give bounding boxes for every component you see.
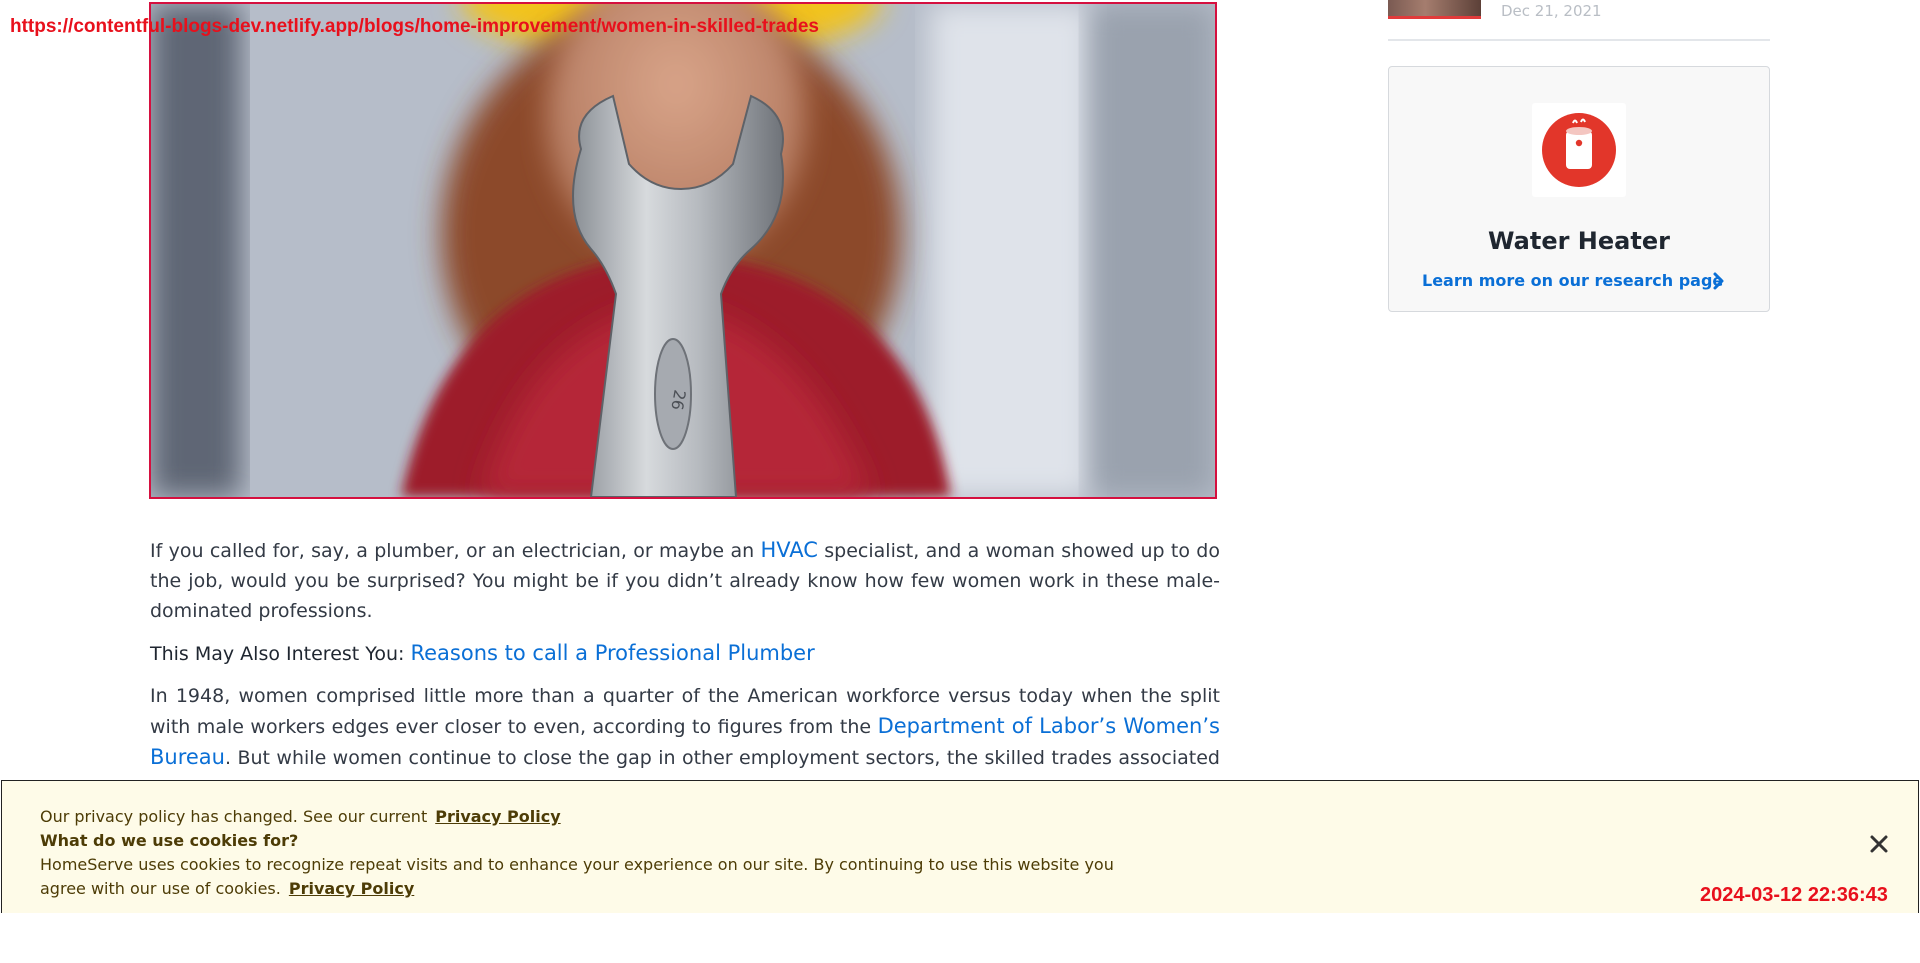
timestamp-overlay: 2024-03-12 22:36:43 (1700, 884, 1888, 906)
article-body: If you called for, say, a plumber, or an… (150, 535, 1220, 815)
cookie-explanation-line-1: HomeServe uses cookies to recognize repe… (40, 855, 1114, 874)
research-page-link[interactable]: Learn more on our research page (1422, 271, 1723, 290)
recent-post-date: Dec 21, 2021 (1501, 2, 1602, 20)
water-heater-title: Water Heater (1488, 227, 1670, 255)
also-interest-line: This May Also Interest You: Reasons to c… (150, 638, 1220, 669)
cookie-explanation-line-2: agree with our use of cookies. Privacy Po… (40, 879, 415, 898)
url-overlay: https://contentful-blogs-dev.netlify.app… (10, 16, 819, 37)
sidebar-divider (1388, 39, 1770, 41)
privacy-policy-link-2[interactable]: Privacy Policy (289, 879, 414, 898)
hero-image: 26 (149, 2, 1217, 499)
cookie-banner: Our privacy policy has changed. See our … (1, 780, 1919, 913)
water-heater-icon-tile (1532, 103, 1626, 197)
water-heater-icon (1542, 113, 1616, 187)
hvac-link[interactable]: HVAC (760, 538, 817, 562)
privacy-changed-line: Our privacy policy has changed. See our … (40, 807, 561, 826)
chevron-right-icon[interactable] (1710, 270, 1728, 292)
wrench-marking: 26 (667, 388, 689, 411)
cookie-question: What do we use cookies for? (40, 831, 299, 850)
article-paragraph-1: If you called for, say, a plumber, or an… (150, 538, 1220, 622)
close-icon[interactable] (1868, 833, 1890, 855)
privacy-policy-link-1[interactable]: Privacy Policy (435, 807, 560, 826)
also-interest-label: This May Also Interest You: (150, 643, 411, 665)
plumber-article-link[interactable]: Reasons to call a Professional Plumber (410, 641, 814, 665)
wrench-photo: 26 (151, 4, 1215, 497)
page: https://contentful-blogs-dev.netlify.app… (0, 0, 1920, 963)
recent-post-thumbnail[interactable] (1388, 0, 1481, 19)
water-heater-card[interactable]: Water Heater Learn more on our research … (1388, 66, 1770, 312)
